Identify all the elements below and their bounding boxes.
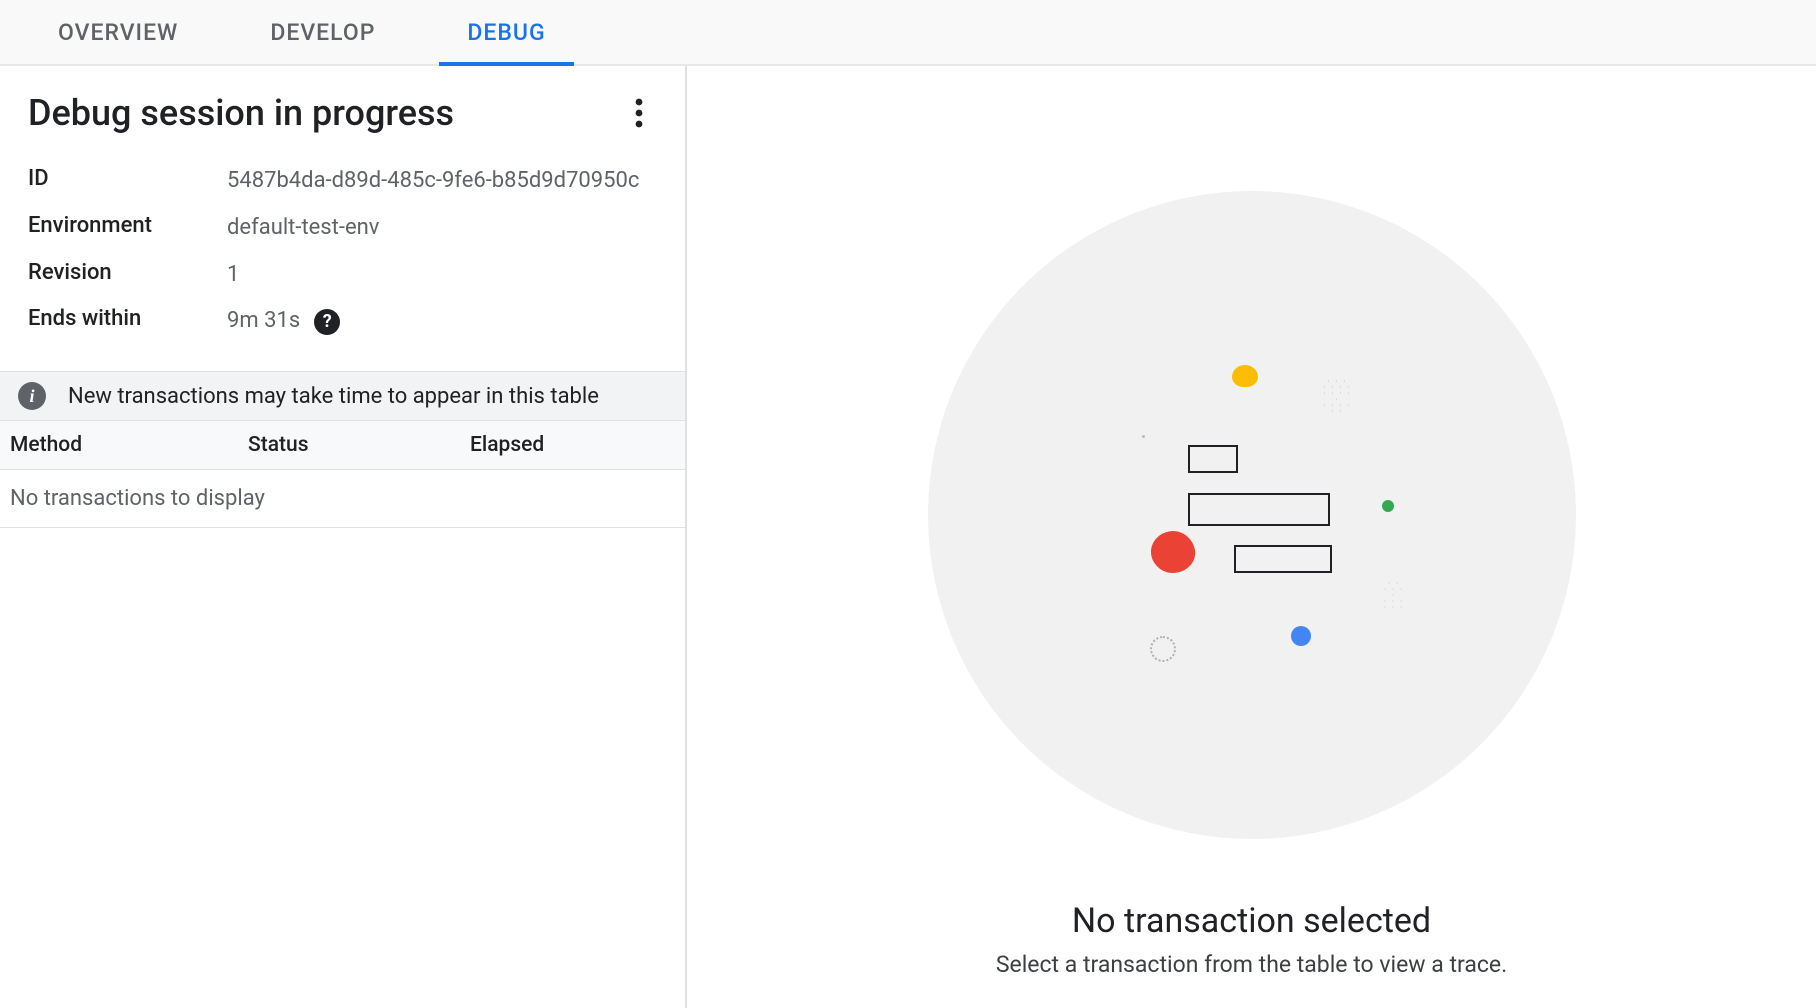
info-banner-text: New transactions may take time to appear…	[68, 384, 599, 409]
th-method: Method	[10, 433, 248, 457]
left-panel: Debug session in progress ID 5487b4da-d8…	[0, 66, 687, 1008]
right-panel: · · ·· · · ·· · · · ·· · · · · · · · ·· …	[687, 66, 1816, 1008]
illus-blue-dot	[1291, 626, 1311, 646]
ends-within-label: Ends within	[28, 306, 227, 337]
environment-value: default-test-env	[227, 213, 657, 244]
help-icon[interactable]: ?	[314, 309, 340, 335]
illus-rect-2	[1188, 493, 1330, 526]
empty-state-illustration: · · ·· · · ·· · · · ·· · · · · · · · ·· …	[928, 191, 1576, 839]
empty-state-title: No transaction selected	[1072, 901, 1431, 941]
th-status: Status	[248, 433, 470, 457]
session-details: ID 5487b4da-d89d-485c-9fe6-b85d9d70950c …	[0, 152, 685, 371]
transactions-empty-row: No transactions to display	[0, 470, 685, 528]
tab-overview[interactable]: OVERVIEW	[12, 0, 224, 64]
illus-dot-cluster-1: · · ·· · · ·· · · · ·· · · · · ·	[1320, 379, 1356, 415]
more-menu-button[interactable]	[621, 95, 657, 131]
illus-red-blob	[1148, 528, 1197, 576]
illus-tiny-dot	[1142, 435, 1145, 438]
tab-debug[interactable]: DEBUG	[421, 0, 591, 64]
tab-bar: OVERVIEW DEVELOP DEBUG	[0, 0, 1816, 66]
transactions-table-header: Method Status Elapsed	[0, 421, 685, 470]
ends-within-value: 9m 31s	[227, 306, 300, 337]
illus-dotted-circle	[1150, 636, 1176, 662]
session-title: Debug session in progress	[28, 92, 454, 134]
revision-label: Revision	[28, 260, 227, 291]
illus-rect-3	[1234, 545, 1332, 573]
id-value: 5487b4da-d89d-485c-9fe6-b85d9d70950c	[227, 166, 657, 197]
illus-yellow-blob	[1232, 365, 1258, 387]
more-vert-icon	[635, 98, 643, 128]
info-banner: i New transactions may take time to appe…	[0, 371, 685, 421]
id-label: ID	[28, 166, 227, 197]
empty-state-subtitle: Select a transaction from the table to v…	[996, 951, 1507, 978]
th-elapsed: Elapsed	[470, 433, 675, 457]
illus-green-dot	[1382, 500, 1394, 512]
tab-develop[interactable]: DEVELOP	[224, 0, 421, 64]
illus-dot-cluster-2: · · ·· · · ·· · · · ·	[1378, 579, 1406, 609]
info-icon: i	[18, 382, 46, 410]
environment-label: Environment	[28, 213, 227, 244]
revision-value: 1	[227, 260, 657, 291]
illus-rect-1	[1188, 445, 1238, 473]
